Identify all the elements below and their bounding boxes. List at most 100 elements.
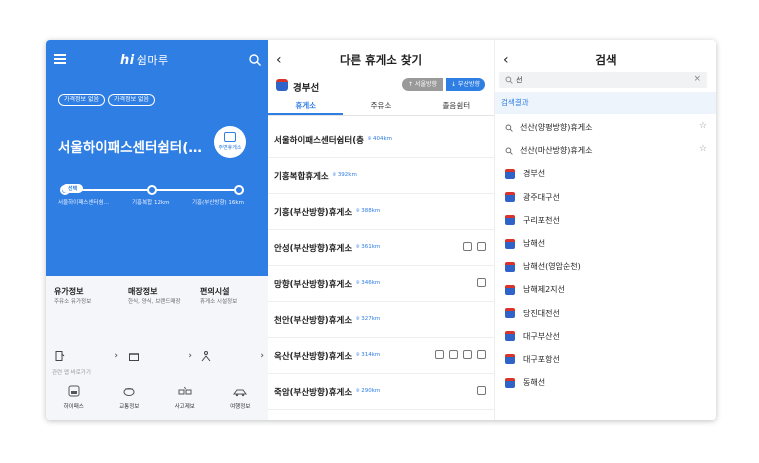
distance: ⌾ 361km — [356, 244, 381, 250]
search-input[interactable]: 선 × — [499, 72, 707, 88]
distance-value: 346km — [361, 280, 381, 286]
list-item[interactable]: 죽암(부산방향)휴게소 ⌾ 290km — [268, 374, 494, 410]
list-item[interactable]: 대구부산선 — [495, 325, 716, 348]
menu-icon[interactable] — [54, 54, 66, 64]
bus-icon — [435, 350, 444, 359]
route-point[interactable] — [234, 185, 244, 195]
rest-area-name: 기흥(부산방향)휴게소 — [274, 207, 353, 218]
search-results: 선산(양평방향)휴게소 ☆ 선산(마산방향)휴게소 ☆ 경부선 광주대구선 구리… — [495, 116, 716, 394]
distance: ⌾ 392km — [332, 172, 357, 178]
nav-accident[interactable]: 사고제보 — [157, 376, 213, 420]
card-desc: 한식, 양식, 브랜드매장 — [128, 299, 181, 305]
highway-badge-icon — [505, 192, 515, 203]
list-item[interactable]: 기흥(부산방향)휴게소 ⌾ 388km — [268, 194, 494, 230]
list-item[interactable]: 남해선(영암순천) — [495, 255, 716, 278]
list-item[interactable]: 동해선 — [495, 371, 716, 394]
restroom-icon — [477, 386, 486, 395]
search-icon — [505, 147, 513, 155]
current-pill: 선택 — [62, 184, 84, 193]
list-item[interactable]: 망향(부산방향)휴게소 ⌾ 346km — [268, 266, 494, 302]
route-label: 서울하이패스센터쉼… — [58, 200, 110, 206]
list-item[interactable]: 당진대전선 — [495, 302, 716, 325]
pharmacy-icon — [477, 242, 486, 251]
list-item[interactable]: 선산(마산방향)휴게소 ☆ — [495, 139, 716, 162]
nearby-rest-button[interactable]: 주변휴게소 — [214, 126, 246, 158]
search-icon — [505, 76, 513, 84]
facility-icons — [463, 242, 486, 251]
nav-travel[interactable]: 여행정보 — [213, 376, 269, 420]
highway-badge-icon — [505, 284, 515, 295]
card-title: 유가정보 — [54, 287, 84, 296]
star-icon[interactable]: ☆ — [699, 144, 707, 154]
list-item[interactable]: 선산(양평방향)휴게소 ☆ — [495, 116, 716, 139]
facility-icons — [477, 278, 486, 287]
rest-area-name: 옥산(부산방향)휴게소 — [274, 351, 353, 362]
page-title: 다른 휴게소 찾기 — [339, 53, 423, 67]
accident-icon — [178, 386, 192, 395]
list-item[interactable]: 옥산(부산방향)휴게소 ⌾ 314km — [268, 338, 494, 374]
result-text: 광주대구선 — [523, 192, 560, 202]
chevron-right-icon: › — [114, 351, 118, 361]
distance-value: 327km — [361, 316, 381, 322]
list-item[interactable]: 천안(부산방향)휴게소 ⌾ 327km — [268, 302, 494, 338]
list-item[interactable]: 경부선 — [495, 162, 716, 185]
result-text: 대구포항선 — [523, 354, 560, 364]
travel-icon — [233, 389, 248, 397]
list-item[interactable]: 대구포항선 — [495, 348, 716, 371]
tab-drowsy-shelter[interactable]: 졸음쉼터 — [419, 98, 494, 115]
facility-icon — [201, 351, 211, 362]
card-footer: › — [54, 350, 118, 362]
card-facilities[interactable]: 편의시설 휴게소 시설정보 › — [200, 286, 270, 362]
tab-rest-area[interactable]: 휴게소 — [268, 98, 344, 115]
hipass-icon — [68, 385, 80, 397]
search-icon[interactable] — [248, 53, 262, 67]
rest-area-name: 기흥복합휴게소 — [274, 171, 329, 182]
card-title: 편의시설 — [200, 287, 230, 296]
highway-badge-icon — [505, 377, 515, 388]
route-point[interactable] — [147, 185, 157, 195]
distance-value: 404km — [372, 136, 393, 142]
tab-gas-station[interactable]: 주유소 — [343, 98, 418, 115]
list-item[interactable]: 광주대구선 — [495, 186, 716, 209]
list-item[interactable]: 남해선 — [495, 232, 716, 255]
traffic-icon — [123, 388, 135, 396]
list-item[interactable]: 서울하이패스센터쉼터(충 ⌾ 404km — [268, 122, 494, 158]
nav-label: 하이패스 — [63, 404, 84, 410]
list-item[interactable]: 안성(부산방향)휴게소 ⌾ 361km — [268, 230, 494, 266]
list-item[interactable]: 구리포천선 — [495, 209, 716, 232]
route-label: 기흥(부산방향) 16km — [192, 200, 244, 206]
nav-label: 교통정보 — [119, 404, 140, 410]
distance: ⌾ 346km — [356, 280, 381, 286]
search-icon — [505, 124, 513, 132]
list-item[interactable]: 기흥복합휴게소 ⌾ 392km — [268, 158, 494, 194]
direction-busan-button[interactable]: ↓ 부산방향 — [446, 78, 486, 91]
highway-badge-icon — [505, 238, 515, 249]
rest-area-name: 서울하이패스센터쉼터(충 — [274, 135, 364, 146]
info-cards: 유가정보 주유소 유가정보 › 매장정보 한식, 양식, 브랜드매장 › 편의시… — [46, 286, 268, 362]
home-screen: hi 쉼마루 가격정보 없음 가격정보 없음 서울하이패스센터쉼터(… 주변휴게소… — [46, 40, 268, 420]
result-text: 남해선(영암순천) — [523, 262, 581, 272]
direction-seoul-button[interactable]: ↑ 서울방향 — [402, 78, 444, 91]
nav-traffic[interactable]: 교통정보 — [102, 376, 158, 420]
result-text: 대구부산선 — [523, 331, 560, 341]
result-text: 동해선 — [523, 378, 546, 388]
price-chips: 가격정보 없음 가격정보 없음 — [58, 94, 156, 106]
search-screen: ‹ 검색 선 × 검색결과 선산(양평방향)휴게소 ☆ 선산(마산방향)휴게소 … — [494, 40, 716, 420]
nav-hipass[interactable]: 하이패스 — [46, 376, 102, 420]
route-label: 기흥복합 12km — [132, 200, 170, 206]
distance: ⌾ 290km — [356, 388, 381, 394]
rest-area-name: 안성(부산방향)휴게소 — [274, 243, 353, 254]
clear-icon[interactable]: × — [693, 74, 701, 84]
result-text: 남해선 — [523, 239, 546, 249]
pharmacy-icon — [463, 350, 472, 359]
search-query: 선 — [516, 76, 523, 84]
card-store-info[interactable]: 매장정보 한식, 양식, 브랜드매장 › — [128, 286, 198, 362]
store-icon — [129, 353, 139, 361]
nav-label: 사고제보 — [174, 404, 195, 410]
star-icon[interactable]: ☆ — [699, 121, 707, 131]
facility-icons — [435, 350, 486, 359]
list-item[interactable]: 남해제2지선 — [495, 278, 716, 301]
highway-badge-icon — [505, 308, 515, 319]
card-fuel-price[interactable]: 유가정보 주유소 유가정보 › — [54, 286, 124, 362]
baby-icon — [449, 350, 458, 359]
